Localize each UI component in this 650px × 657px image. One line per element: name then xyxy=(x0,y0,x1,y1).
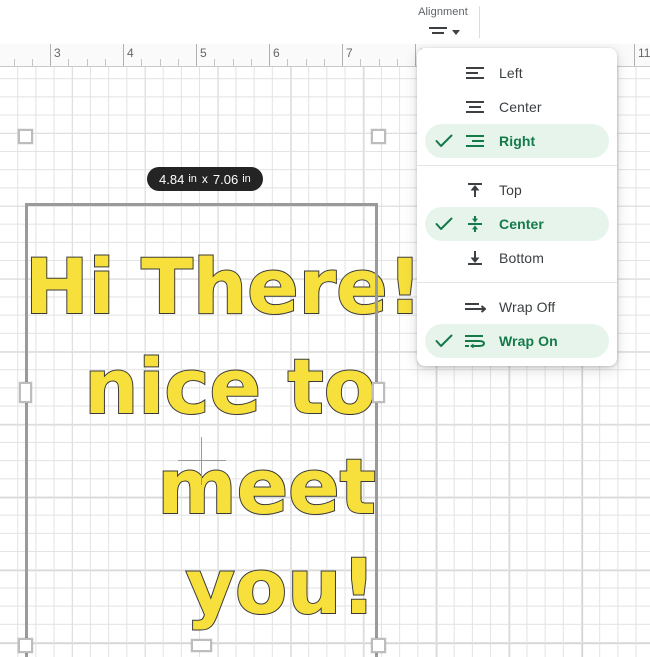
align-middle-icon xyxy=(459,215,491,233)
menu-item-wrap-off-text-wrap[interactable]: Wrap Off xyxy=(425,290,609,324)
ruler-minor-tick xyxy=(214,59,215,66)
wrap-on-icon xyxy=(459,333,491,349)
check-icon xyxy=(429,217,459,231)
text-object-content: Hi There! nice to meet you! xyxy=(24,237,423,637)
align-bottom-icon xyxy=(459,249,491,267)
ruler-minor-tick xyxy=(287,59,288,66)
ruler-minor-tick xyxy=(360,59,361,66)
toolbar-divider xyxy=(479,6,480,38)
text-object[interactable]: Hi There! nice to meet you! xyxy=(24,203,423,657)
check-icon xyxy=(429,334,459,348)
menu-item-label: Bottom xyxy=(499,250,544,266)
alignment-tool-group: Alignment xyxy=(411,0,475,44)
menu-divider xyxy=(417,165,617,166)
alignment-dropdown-menu[interactable]: Left Center Right Top Center Bottom Wrap… xyxy=(417,48,617,366)
ruler-minor-tick xyxy=(32,59,33,66)
text-line: nice to xyxy=(83,341,377,432)
wrap-off-icon xyxy=(459,300,491,314)
ruler-minor-tick xyxy=(14,59,15,66)
menu-divider xyxy=(417,282,617,283)
alignment-dropdown-button[interactable] xyxy=(427,23,460,42)
menu-item-label: Top xyxy=(499,182,522,198)
ruler-minor-tick xyxy=(178,59,179,66)
ruler-minor-tick xyxy=(397,59,398,66)
ruler-tick-label: 4 xyxy=(127,46,134,60)
menu-item-center-vertical-alignment[interactable]: Center xyxy=(425,207,609,241)
align-top-icon xyxy=(459,181,491,199)
dimension-height-value: 7.06 xyxy=(212,171,239,187)
menu-item-bottom-vertical-alignment[interactable]: Bottom xyxy=(425,241,609,275)
dimension-width-unit: in xyxy=(188,173,197,185)
text-line: Hi There! xyxy=(24,241,423,332)
ruler-minor-tick xyxy=(379,59,380,66)
chevron-down-icon xyxy=(451,30,460,35)
resize-handle-bottom-left[interactable] xyxy=(18,638,33,653)
menu-item-top-vertical-alignment[interactable]: Top xyxy=(425,173,609,207)
dimension-width-value: 4.84 xyxy=(159,171,185,187)
resize-handle-middle-right[interactable] xyxy=(372,382,385,403)
ruler-minor-tick xyxy=(251,59,252,66)
ruler-minor-tick xyxy=(306,59,307,66)
menu-item-label: Center xyxy=(499,99,542,115)
menu-item-label: Right xyxy=(499,133,536,149)
text-line: meet xyxy=(156,441,377,532)
ruler-minor-tick xyxy=(233,59,234,66)
menu-item-wrap-on-text-wrap[interactable]: Wrap On xyxy=(425,324,609,358)
top-toolbar: Alignment xyxy=(0,0,650,44)
design-editor-window: Alignment 34567811 Hi There!nice tomee xyxy=(0,0,650,657)
ruler-minor-tick xyxy=(160,59,161,66)
ruler-minor-tick xyxy=(68,59,69,66)
ruler-minor-tick xyxy=(105,59,106,66)
resize-handle-middle-left[interactable] xyxy=(19,382,32,403)
menu-item-label: Center xyxy=(499,216,544,232)
menu-item-center-horizontal-alignment[interactable]: Center xyxy=(425,90,609,124)
align-center-icon xyxy=(459,99,491,115)
resize-handle-top-right[interactable] xyxy=(371,129,386,144)
menu-item-label: Left xyxy=(499,65,523,81)
ruler-tick-label: 5 xyxy=(200,46,207,60)
resize-handle-top-left[interactable] xyxy=(18,129,33,144)
menu-item-right-horizontal-alignment[interactable]: Right xyxy=(425,124,609,158)
ruler-tick-label: 6 xyxy=(273,46,280,60)
text-line: you! xyxy=(184,541,377,632)
resize-handle-bottom-right[interactable] xyxy=(371,638,386,653)
alignment-icon xyxy=(427,23,449,42)
ruler-tick-label: 11 xyxy=(638,46,650,60)
alignment-tool-label: Alignment xyxy=(418,6,468,18)
ruler-tick-label: 3 xyxy=(54,46,61,60)
ruler-tick-label: 7 xyxy=(346,46,353,60)
ruler-minor-tick xyxy=(324,59,325,66)
menu-item-label: Wrap On xyxy=(499,333,558,349)
resize-handle-bottom-center[interactable] xyxy=(191,639,212,652)
check-icon xyxy=(429,134,459,148)
align-left-icon xyxy=(459,65,491,81)
dimension-height-unit: in xyxy=(242,173,251,185)
menu-item-label: Wrap Off xyxy=(499,299,556,315)
ruler-minor-tick xyxy=(87,59,88,66)
dimension-badge: 4.84 in x 7.06 in xyxy=(147,167,263,191)
menu-item-left-horizontal-alignment[interactable]: Left xyxy=(425,56,609,90)
dimension-separator: x xyxy=(201,172,208,186)
ruler-minor-tick xyxy=(141,59,142,66)
align-right-icon xyxy=(459,133,491,149)
